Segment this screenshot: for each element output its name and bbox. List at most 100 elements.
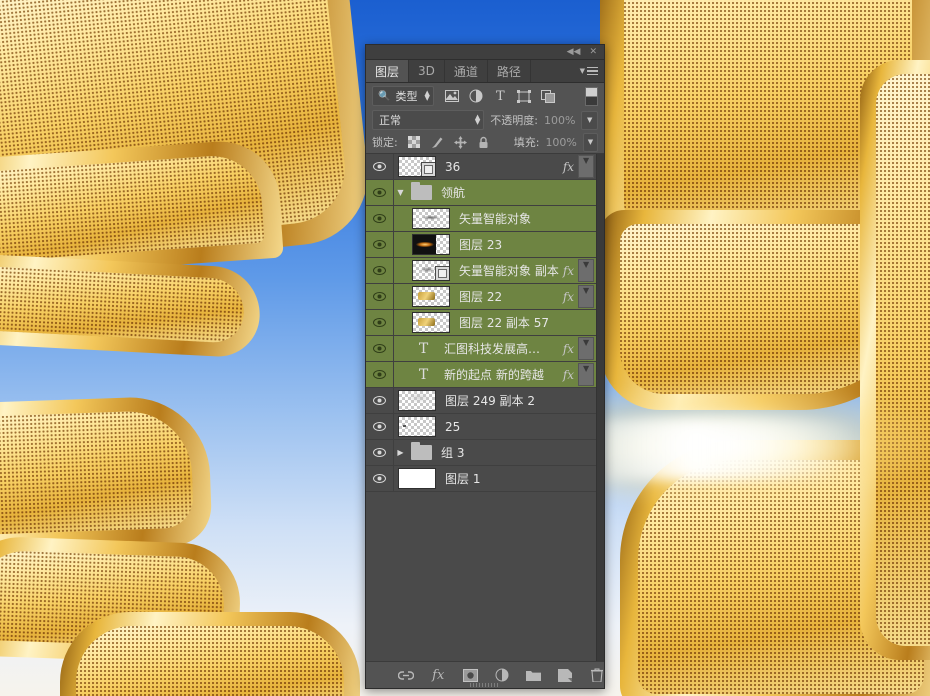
tab-3d[interactable]: 3D bbox=[409, 60, 445, 82]
group-expand-icon[interactable]: ▶ bbox=[394, 448, 407, 457]
table-row[interactable]: 图层 1 bbox=[366, 466, 597, 492]
expand-effects-icon[interactable]: ▼ bbox=[578, 363, 595, 386]
visibility-toggle[interactable] bbox=[366, 258, 394, 283]
filter-kind-select[interactable]: 🔍 类型 ▲ ▼ bbox=[372, 86, 434, 106]
layer-thumbnail[interactable] bbox=[398, 390, 436, 411]
layer-name[interactable]: 矢量智能对象 bbox=[450, 210, 596, 227]
table-row[interactable]: T 汇图科技发展高… fx ▼ bbox=[366, 336, 597, 362]
table-row[interactable]: ▼ 领航 bbox=[366, 180, 597, 206]
filter-toggle-switch[interactable] bbox=[585, 86, 598, 106]
expand-effects-icon[interactable]: ▼ bbox=[578, 155, 595, 178]
layer-thumbnail[interactable] bbox=[412, 260, 450, 281]
layer-effects-icon[interactable]: fx bbox=[559, 264, 578, 278]
thumbnail-content bbox=[418, 291, 435, 301]
table-row[interactable]: 矢量智能对象 bbox=[366, 206, 597, 232]
layer-effects-icon[interactable]: fx bbox=[559, 342, 578, 356]
blend-mode-select[interactable]: 正常 ▲ ▼ bbox=[372, 110, 485, 130]
visibility-toggle[interactable] bbox=[366, 466, 394, 491]
chevron-down-icon: ▼ bbox=[579, 67, 585, 75]
layer-name[interactable]: 25 bbox=[436, 420, 596, 434]
tab-layers[interactable]: 图层 bbox=[366, 60, 410, 82]
layer-rows: 36 fx ▼ ▼ 领航 矢量智能对象 图层 23 矢量智能对象 副本 fx ▼… bbox=[366, 154, 597, 661]
fill-value[interactable]: 100% bbox=[545, 134, 576, 150]
layer-effects-icon[interactable]: fx bbox=[559, 160, 578, 174]
expand-effects-icon[interactable]: ▼ bbox=[578, 337, 595, 360]
visibility-toggle[interactable] bbox=[366, 310, 394, 335]
layer-name[interactable]: 领航 bbox=[432, 184, 596, 201]
layer-name[interactable]: 图层 22 bbox=[450, 288, 559, 305]
adjustment-layer-icon[interactable] bbox=[469, 89, 484, 104]
link-layers-icon[interactable] bbox=[398, 667, 414, 683]
layer-name[interactable]: 图层 22 副本 57 bbox=[450, 314, 596, 331]
eye-icon bbox=[373, 448, 386, 457]
new-layer-icon[interactable] bbox=[558, 667, 573, 683]
layer-thumbnail[interactable] bbox=[398, 468, 436, 489]
layer-name[interactable]: 36 bbox=[436, 160, 559, 174]
table-row[interactable]: 图层 23 bbox=[366, 232, 597, 258]
layer-thumbnail[interactable] bbox=[412, 312, 450, 333]
table-row[interactable]: 25 bbox=[366, 414, 597, 440]
collapse-icon[interactable]: ◀◀ bbox=[567, 47, 581, 57]
pixel-layer-icon[interactable] bbox=[445, 89, 460, 104]
layer-thumbnail[interactable] bbox=[412, 208, 450, 229]
type-layer-icon[interactable]: T bbox=[493, 89, 508, 104]
adjustment-layer-icon[interactable] bbox=[495, 667, 510, 683]
fill-dropdown-icon[interactable]: ▼ bbox=[582, 132, 598, 152]
table-row[interactable]: 36 fx ▼ bbox=[366, 154, 597, 180]
opacity-dropdown-icon[interactable]: ▼ bbox=[581, 110, 598, 130]
opacity-value[interactable]: 100% bbox=[544, 112, 575, 128]
table-row[interactable]: 图层 22 fx ▼ bbox=[366, 284, 597, 310]
lock-image-icon[interactable] bbox=[431, 136, 444, 149]
expand-effects-icon[interactable]: ▼ bbox=[578, 259, 595, 282]
visibility-toggle[interactable] bbox=[366, 336, 394, 361]
table-row[interactable]: 图层 22 副本 57 bbox=[366, 310, 597, 336]
close-icon[interactable]: ✕ bbox=[589, 47, 597, 57]
visibility-toggle[interactable] bbox=[366, 440, 394, 465]
group-expand-icon[interactable]: ▼ bbox=[394, 188, 407, 197]
eye-icon bbox=[373, 292, 386, 301]
gold-stroke-bottom-left-lower bbox=[60, 612, 360, 696]
layer-name[interactable]: 图层 23 bbox=[450, 236, 596, 253]
layer-thumbnail[interactable] bbox=[412, 234, 450, 255]
panel-titlebar[interactable]: ◀◀ ✕ bbox=[366, 45, 604, 60]
tab-channels[interactable]: 通道 bbox=[445, 60, 488, 82]
layer-thumbnail[interactable] bbox=[412, 286, 450, 307]
layer-name[interactable]: 矢量智能对象 副本 bbox=[450, 262, 559, 279]
layer-mask-icon[interactable] bbox=[462, 667, 478, 683]
tab-paths[interactable]: 路径 bbox=[488, 60, 531, 82]
layer-name[interactable]: 新的起点 新的跨越 bbox=[435, 366, 559, 383]
layer-effects-icon[interactable]: fx bbox=[559, 290, 578, 304]
table-row[interactable]: 图层 249 副本 2 bbox=[366, 388, 597, 414]
resize-grip[interactable] bbox=[470, 683, 500, 687]
visibility-toggle[interactable] bbox=[366, 154, 394, 179]
layers-scrollbar[interactable] bbox=[596, 154, 604, 661]
visibility-toggle[interactable] bbox=[366, 362, 394, 387]
layer-thumbnail[interactable] bbox=[398, 416, 436, 437]
visibility-toggle[interactable] bbox=[366, 414, 394, 439]
shape-layer-icon[interactable] bbox=[517, 89, 532, 104]
new-group-icon[interactable] bbox=[526, 667, 541, 683]
hamburger-icon bbox=[587, 66, 598, 76]
visibility-toggle[interactable] bbox=[366, 232, 394, 257]
table-row[interactable]: ▶ 组 3 bbox=[366, 440, 597, 466]
layer-name[interactable]: 图层 1 bbox=[436, 470, 596, 487]
table-row[interactable]: T 新的起点 新的跨越 fx ▼ bbox=[366, 362, 597, 388]
expand-effects-icon[interactable]: ▼ bbox=[578, 285, 595, 308]
delete-layer-icon[interactable] bbox=[590, 667, 605, 683]
layer-thumbnail[interactable] bbox=[398, 156, 436, 177]
visibility-toggle[interactable] bbox=[366, 388, 394, 413]
visibility-toggle[interactable] bbox=[366, 180, 394, 205]
layer-style-icon[interactable]: fx bbox=[431, 667, 446, 683]
panel-menu-button[interactable]: ▼ bbox=[574, 60, 604, 82]
lock-transparency-icon[interactable] bbox=[408, 136, 421, 149]
lock-position-icon[interactable] bbox=[453, 135, 467, 149]
table-row[interactable]: 矢量智能对象 副本 fx ▼ bbox=[366, 258, 597, 284]
layer-name[interactable]: 图层 249 副本 2 bbox=[436, 392, 596, 409]
layer-name[interactable]: 组 3 bbox=[432, 444, 596, 461]
layer-effects-icon[interactable]: fx bbox=[559, 368, 578, 382]
visibility-toggle[interactable] bbox=[366, 284, 394, 309]
layer-name[interactable]: 汇图科技发展高… bbox=[435, 340, 559, 357]
lock-all-icon[interactable] bbox=[477, 136, 490, 149]
visibility-toggle[interactable] bbox=[366, 206, 394, 231]
smart-object-icon[interactable] bbox=[541, 89, 556, 104]
